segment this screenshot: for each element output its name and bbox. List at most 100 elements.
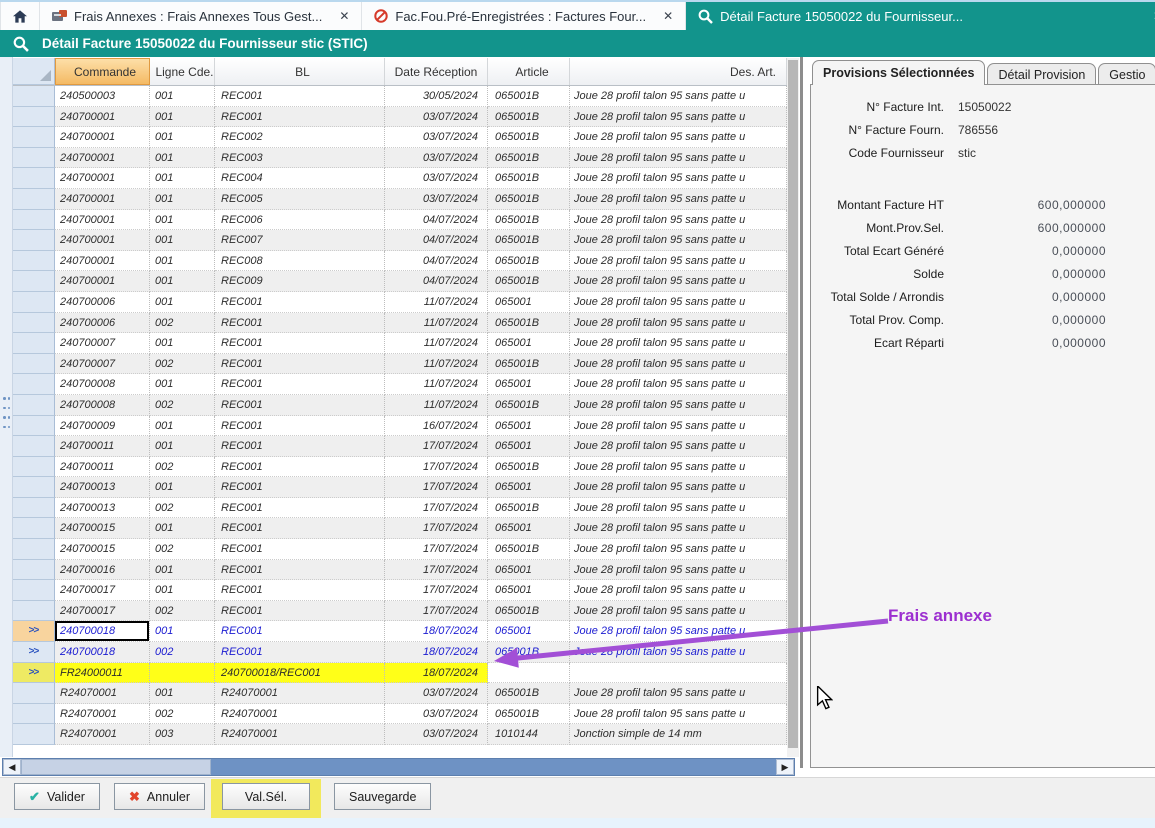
cell-commande[interactable]: 240700006 xyxy=(55,292,150,313)
row-marker-cell[interactable] xyxy=(13,580,55,601)
cell-article[interactable]: 065001B xyxy=(488,457,570,478)
row-marker-cell[interactable] xyxy=(13,704,55,725)
cell-date[interactable]: 18/07/2024 xyxy=(385,642,488,663)
cell-ligne[interactable]: 001 xyxy=(150,86,215,107)
cell-bl[interactable]: REC009 xyxy=(215,271,385,292)
cell-date[interactable]: 03/07/2024 xyxy=(385,107,488,128)
cell-article[interactable]: 065001 xyxy=(488,477,570,498)
cell-ligne[interactable]: 002 xyxy=(150,395,215,416)
cell-bl[interactable]: REC001 xyxy=(215,416,385,437)
cell-date[interactable]: 04/07/2024 xyxy=(385,251,488,272)
cell-des-art[interactable]: Joue 28 profil talon 95 sans patte u xyxy=(570,292,787,313)
cell-date[interactable]: 16/07/2024 xyxy=(385,416,488,437)
cell-commande[interactable]: 240700006 xyxy=(55,313,150,334)
cell-des-art[interactable]: Joue 28 profil talon 95 sans patte u xyxy=(570,251,787,272)
cell-des-art[interactable]: Joue 28 profil talon 95 sans patte u xyxy=(570,168,787,189)
val-sel-button[interactable]: Val.Sél. xyxy=(222,783,310,810)
cell-des-art[interactable]: Joue 28 profil talon 95 sans patte u xyxy=(570,107,787,128)
cell-commande[interactable]: R24070001 xyxy=(55,683,150,704)
cell-date[interactable]: 11/07/2024 xyxy=(385,333,488,354)
row-marker-cell[interactable] xyxy=(13,168,55,189)
cell-bl[interactable]: REC001 xyxy=(215,621,385,642)
cell-bl[interactable]: 240700018/REC001 xyxy=(215,663,385,684)
cell-ligne[interactable]: 001 xyxy=(150,416,215,437)
column-header-article[interactable]: Article xyxy=(488,58,570,85)
cell-article[interactable]: 065001B xyxy=(488,189,570,210)
cell-des-art[interactable] xyxy=(570,663,787,684)
cell-commande[interactable]: 240700017 xyxy=(55,601,150,622)
cell-article[interactable]: 065001B xyxy=(488,127,570,148)
row-marker-cell[interactable] xyxy=(13,539,55,560)
table-row[interactable]: 240700015002REC00117/07/2024065001BJoue … xyxy=(13,539,787,560)
cell-date[interactable]: 17/07/2024 xyxy=(385,539,488,560)
row-marker-cell[interactable] xyxy=(13,457,55,478)
valider-button[interactable]: ✔ Valider xyxy=(14,783,100,810)
table-row[interactable]: 240700001001REC00904/07/2024065001BJoue … xyxy=(13,271,787,292)
cell-ligne[interactable] xyxy=(150,663,215,684)
cell-bl[interactable]: REC005 xyxy=(215,189,385,210)
cell-date[interactable]: 03/07/2024 xyxy=(385,127,488,148)
scrollbar-thumb[interactable] xyxy=(21,759,211,775)
table-row[interactable]: 240700011001REC00117/07/2024065001Joue 2… xyxy=(13,436,787,457)
cell-ligne[interactable]: 001 xyxy=(150,518,215,539)
cell-des-art[interactable]: Joue 28 profil talon 95 sans patte u xyxy=(570,683,787,704)
cell-des-art[interactable]: Joue 28 profil talon 95 sans patte u xyxy=(570,271,787,292)
tab-home[interactable] xyxy=(0,2,40,30)
cell-bl[interactable]: REC001 xyxy=(215,601,385,622)
table-row[interactable]: 240700001001REC00503/07/2024065001BJoue … xyxy=(13,189,787,210)
cell-bl[interactable]: REC001 xyxy=(215,642,385,663)
cell-commande[interactable]: 240700011 xyxy=(55,457,150,478)
cell-ligne[interactable]: 002 xyxy=(150,457,215,478)
cell-commande[interactable]: R24070001 xyxy=(55,704,150,725)
table-row[interactable]: 240700008002REC00111/07/2024065001BJoue … xyxy=(13,395,787,416)
pane-divider[interactable] xyxy=(800,57,803,768)
column-header-commande[interactable]: Commande xyxy=(55,58,150,85)
table-row[interactable]: 240700017002REC00117/07/2024065001BJoue … xyxy=(13,601,787,622)
cell-article[interactable]: 065001B xyxy=(488,168,570,189)
cell-article[interactable]: 065001B xyxy=(488,683,570,704)
cell-ligne[interactable]: 001 xyxy=(150,127,215,148)
cell-article[interactable]: 065001 xyxy=(488,416,570,437)
row-marker-cell[interactable] xyxy=(13,210,55,231)
close-icon[interactable]: ✕ xyxy=(663,9,673,23)
cell-ligne[interactable]: 002 xyxy=(150,498,215,519)
cell-bl[interactable]: R24070001 xyxy=(215,724,385,745)
table-row[interactable]: 240700008001REC00111/07/2024065001Joue 2… xyxy=(13,374,787,395)
table-row[interactable]: 240700001001REC00604/07/2024065001BJoue … xyxy=(13,210,787,231)
cell-commande[interactable]: 240700001 xyxy=(55,230,150,251)
cell-commande[interactable]: 240700001 xyxy=(55,210,150,231)
scroll-left-arrow-icon[interactable]: ◀ xyxy=(3,759,21,775)
cell-des-art[interactable]: Joue 28 profil talon 95 sans patte u xyxy=(570,86,787,107)
table-row[interactable]: R24070001001R2407000103/07/2024065001BJo… xyxy=(13,683,787,704)
cell-article[interactable]: 065001B xyxy=(488,539,570,560)
cell-ligne[interactable]: 001 xyxy=(150,189,215,210)
row-marker-cell[interactable] xyxy=(13,518,55,539)
cell-article[interactable]: 065001 xyxy=(488,333,570,354)
tab-fac-fou-pre-enregistrees[interactable]: Fac.Fou.Pré-Enregistrées : Factures Four… xyxy=(362,2,686,30)
row-marker-cell[interactable]: >> xyxy=(13,621,55,642)
cell-date[interactable]: 11/07/2024 xyxy=(385,395,488,416)
grid-vertical-scrollbar[interactable] xyxy=(787,58,799,757)
cell-article[interactable]: 065001B xyxy=(488,271,570,292)
column-header-bl[interactable]: BL xyxy=(215,58,385,85)
cell-ligne[interactable]: 001 xyxy=(150,168,215,189)
cell-article[interactable]: 065001B xyxy=(488,354,570,375)
cell-ligne[interactable]: 001 xyxy=(150,210,215,231)
column-header-date-reception[interactable]: Date Réception xyxy=(385,58,488,85)
cell-article[interactable] xyxy=(488,663,570,684)
cell-commande[interactable]: 240700011 xyxy=(55,436,150,457)
row-marker-cell[interactable] xyxy=(13,395,55,416)
cell-ligne[interactable]: 001 xyxy=(150,580,215,601)
row-marker-cell[interactable] xyxy=(13,498,55,519)
cell-ligne[interactable]: 001 xyxy=(150,333,215,354)
scroll-right-arrow-icon[interactable]: ▶ xyxy=(776,759,794,775)
cell-ligne[interactable]: 001 xyxy=(150,251,215,272)
cell-article[interactable]: 065001 xyxy=(488,374,570,395)
cell-bl[interactable]: R24070001 xyxy=(215,683,385,704)
table-row[interactable]: 240700016001REC00117/07/2024065001Joue 2… xyxy=(13,560,787,581)
row-marker-cell[interactable] xyxy=(13,436,55,457)
cell-des-art[interactable]: Joue 28 profil talon 95 sans patte u xyxy=(570,560,787,581)
row-marker-cell[interactable] xyxy=(13,477,55,498)
cell-date[interactable]: 17/07/2024 xyxy=(385,477,488,498)
row-marker-cell[interactable]: >> xyxy=(13,663,55,684)
